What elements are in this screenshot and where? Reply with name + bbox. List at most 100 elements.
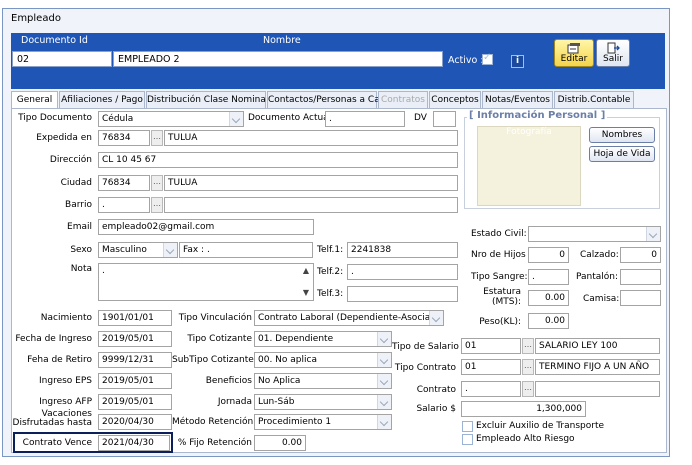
fax-value: . [206,245,210,255]
chevron-down-icon [377,353,391,367]
expedida-en-lookup-button[interactable]: … [151,130,163,146]
employee-window: Empleado Documento Id Nombre 02 EMPLEADO… [2,8,670,457]
estado-civil-select[interactable] [528,226,661,242]
tipo-contrato-label: Tipo Contrato [394,363,456,373]
email-input[interactable]: empleado02@gmail.com [98,219,314,235]
tipo-cotizante-select[interactable]: 01. Dependiente [254,331,392,347]
documento-id-input[interactable]: 02 [12,51,112,67]
tab-contratos[interactable]: Contratos [378,91,428,109]
sexo-select[interactable]: Masculino [98,242,178,258]
ingreso-eps-input[interactable]: 2019/05/01 [98,373,172,389]
chevron-down-icon [377,374,391,388]
tipo-documento-select[interactable]: Cédula [98,111,244,127]
salario-label: Salario $ [416,404,456,414]
tipo-salario-name-input[interactable]: SALARIO LEY 100 [535,338,660,354]
camisa-label: Camisa: [583,294,620,304]
estatura-input[interactable]: 0.00 [528,290,569,306]
calzado-input[interactable]: 0 [620,247,661,263]
pantalon-input[interactable] [620,269,661,285]
tipo-contrato-code-input[interactable]: 01 [461,359,521,375]
estatura-label: Estatura (MTS): [464,287,521,307]
nacimiento-label: Nacimiento [40,313,92,323]
activo-checkbox[interactable] [482,52,493,65]
barrio-code-input[interactable]: . [98,197,150,213]
metodo-retencion-select[interactable]: Procedimiento 1 [254,414,392,430]
jornada-select[interactable]: Lun-Sáb [254,394,392,410]
tipo-vinculacion-select[interactable]: Contrato Laboral (Dependiente-Asociado) [254,310,444,326]
metodo-retencion-value: Procedimiento 1 [258,417,332,427]
info-icon[interactable]: i [511,55,524,68]
telf1-label: Telf.1: [317,245,344,255]
ciudad-label: Ciudad [60,178,92,188]
fotografia-frame[interactable]: Fotografía [477,126,581,206]
feha-retiro-input[interactable]: 9999/12/31 [98,352,172,368]
subtipo-cotizante-select[interactable]: 00. No aplica [254,352,392,368]
expedida-en-code-input[interactable]: 76834 [98,130,150,146]
contrato-label: Contrato [416,385,456,395]
contrato-vence-input[interactable]: 2021/04/30 [98,435,170,451]
contrato-vence-label: Contrato Vence [22,438,92,448]
tipo-sangre-input[interactable]: . [528,269,569,285]
ingreso-afp-input[interactable]: 2019/05/01 [98,394,172,410]
nota-label: Nota [70,264,92,274]
scroll-up-icon[interactable]: ▲ [301,266,311,276]
fecha-ingreso-input[interactable]: 2019/05/01 [98,331,172,347]
fax-field[interactable]: Fax : . [179,242,313,258]
alto-riesgo-checkbox[interactable] [462,434,473,445]
peso-label: Peso(KL): [479,317,521,327]
expedida-en-city-input[interactable]: TULUA [164,130,458,146]
email-label: Email [67,222,92,232]
nacimiento-input[interactable]: 1901/01/01 [98,310,172,326]
excluir-auxilio-checkbox[interactable] [462,421,473,432]
nombres-button[interactable]: Nombres [589,127,655,143]
tipo-salario-lookup-button[interactable]: … [522,338,534,354]
documento-actual-label: Documento Actual [248,113,332,123]
barrio-lookup-button[interactable]: … [151,197,163,213]
salir-button[interactable]: Salir [596,39,630,67]
tab-distribucion-clase-nomina[interactable]: Distribución Clase Nomina [146,91,266,109]
telf2-input[interactable]: . [347,264,458,280]
nombre-input[interactable]: EMPLEADO 2 [113,51,443,67]
hoja-de-vida-button[interactable]: Hoja de Vida [589,146,655,162]
header-band: Documento Id Nombre 02 EMPLEADO 2 Activo… [11,33,665,89]
vacaciones-label-line2: Disfrutadas hasta [12,418,92,428]
ciudad-city-input[interactable]: TULUA [164,175,458,191]
telf3-input[interactable] [347,286,458,302]
editar-button[interactable]: Editar [554,39,594,67]
direccion-input[interactable]: CL 10 45 67 [98,152,458,168]
feha-retiro-label: Feha de Retiro [27,355,92,365]
contrato-code-input[interactable]: . [461,381,521,397]
nombre-label: Nombre [263,35,301,46]
vacaciones-input[interactable]: 2020/04/30 [98,414,172,430]
camisa-input[interactable] [620,290,661,306]
documento-actual-input[interactable]: . [325,111,405,127]
ingreso-eps-label: Ingreso EPS [39,376,92,386]
tab-afiliaciones-pago[interactable]: Afiliaciones / Pago [59,91,145,109]
tab-distrib-contable[interactable]: Distrib.Contable [554,91,634,109]
edit-icon [567,43,580,54]
expedida-en-label: Expedida en [36,133,92,143]
chevron-down-icon [429,311,443,325]
tab-notas-eventos[interactable]: Notas/Eventos [482,91,553,109]
nro-hijos-input[interactable]: 0 [528,247,569,263]
nota-textarea[interactable]: . ▲ ▼ [98,263,314,301]
peso-input[interactable]: 0.00 [528,313,569,329]
tab-contactos[interactable]: Contactos/Personas a Cargo [267,91,395,109]
ciudad-code-input[interactable]: 76834 [98,175,150,191]
tipo-contrato-name-input[interactable]: TERMINO FIJO A UN AÑO [535,359,660,375]
fijo-retencion-input[interactable]: 0.00 [254,435,306,451]
ciudad-lookup-button[interactable]: … [151,175,163,191]
salario-input[interactable]: 1,300,000 [461,401,586,417]
fotografia-label: Fotografía [506,127,552,137]
telf1-input[interactable]: 2241838 [347,242,458,258]
jornada-label: Jornada [217,397,252,407]
contrato-name-input[interactable] [535,381,660,397]
tab-conceptos[interactable]: Conceptos [429,91,481,109]
tipo-salario-code-input[interactable]: 01 [461,338,521,354]
barrio-name-input[interactable] [164,197,458,213]
dv-input[interactable] [433,111,456,127]
beneficios-select[interactable]: No Aplica [254,373,392,389]
contrato-lookup-button[interactable]: … [522,381,534,397]
scroll-down-icon[interactable]: ▼ [301,288,311,298]
tipo-contrato-lookup-button[interactable]: … [522,359,534,375]
